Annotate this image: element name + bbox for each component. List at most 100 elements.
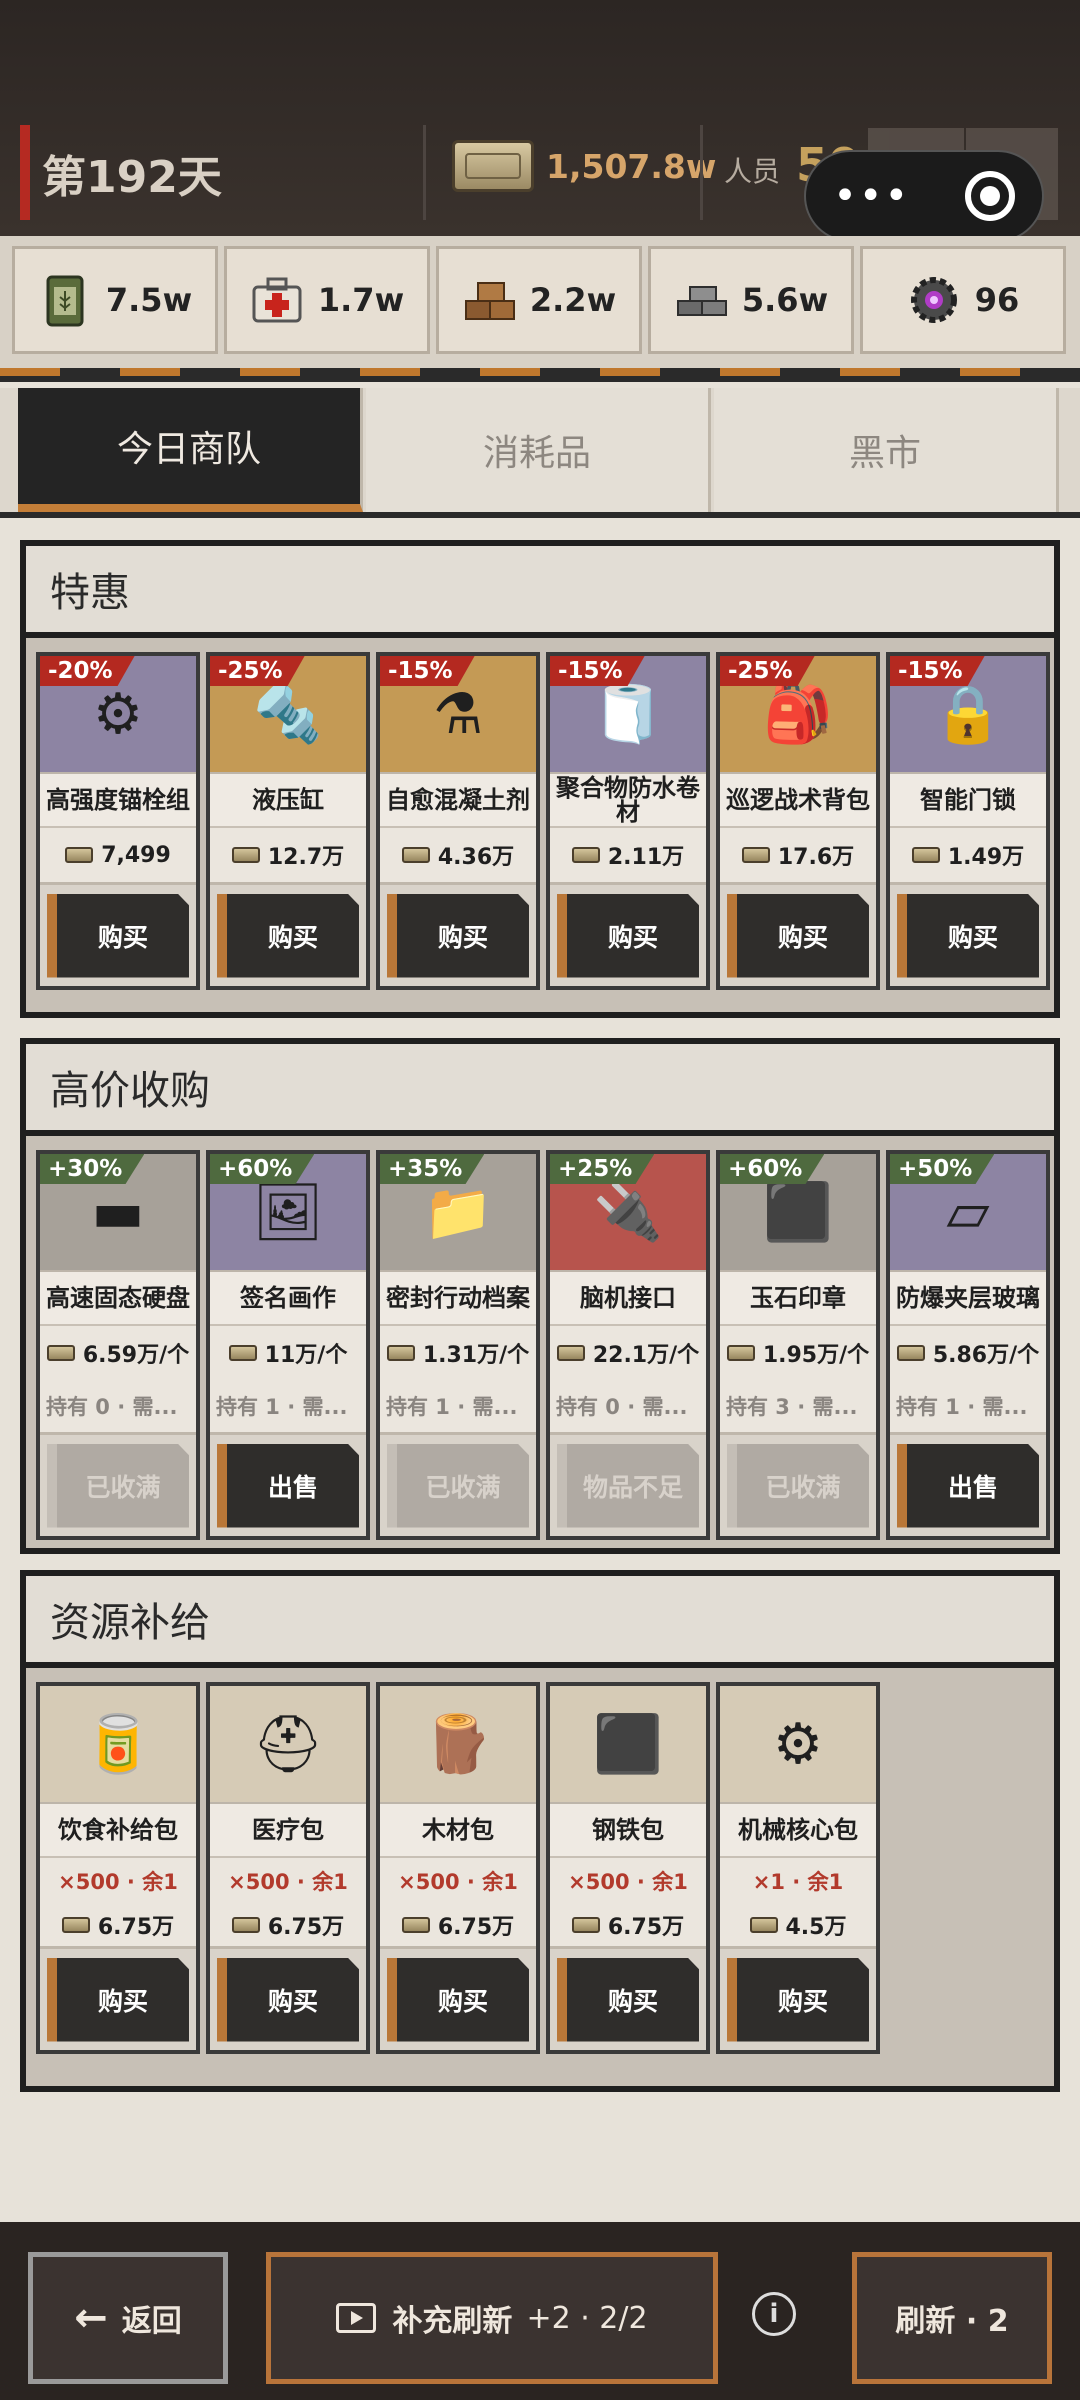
button-area: 购买 bbox=[550, 1946, 706, 2050]
buy-button[interactable]: 购买 bbox=[557, 893, 699, 978]
resource-steel: 5.6w bbox=[648, 246, 854, 354]
item-price: 17.6万 bbox=[720, 828, 876, 882]
item-card: 🔩 -25% 液压缸 12.7万 购买 bbox=[206, 652, 370, 990]
video-play-icon bbox=[336, 2303, 377, 2333]
button-area: 物品不足 bbox=[550, 1432, 706, 1536]
price-value: 7,499 bbox=[101, 842, 171, 868]
item-image: 🔌 +25% bbox=[550, 1154, 706, 1270]
buy-button[interactable]: 购买 bbox=[217, 1957, 359, 2042]
item-icon: 🔒 bbox=[933, 682, 1003, 747]
item-card: 📁 +35% 密封行动档案 1.31万/个 持有 1 · 需... 已收满 bbox=[376, 1150, 540, 1540]
divider bbox=[700, 125, 703, 220]
item-image: ⛑ bbox=[210, 1686, 366, 1802]
steel-icon bbox=[674, 273, 728, 327]
tab-today-caravan[interactable]: 今日商队 bbox=[18, 388, 363, 512]
item-image: ⚙ bbox=[720, 1686, 876, 1802]
disabled-button: 物品不足 bbox=[557, 1443, 699, 1528]
item-icon: ⚗ bbox=[432, 681, 484, 747]
price-value: 6.75万 bbox=[607, 1915, 685, 1940]
item-image: ⬛ +60% bbox=[720, 1154, 876, 1270]
medkit-icon bbox=[250, 273, 304, 327]
price-value: 6.59万/个 bbox=[82, 1343, 190, 1368]
item-name: 钢铁包 bbox=[550, 1802, 706, 1858]
button-area: 出售 bbox=[210, 1432, 366, 1536]
buy-button[interactable]: 购买 bbox=[47, 1957, 189, 2042]
more-menu-icon[interactable]: ••• bbox=[833, 173, 910, 219]
price-value: 11万/个 bbox=[264, 1343, 348, 1368]
price-value: 6.75万 bbox=[267, 1915, 345, 1940]
item-icon: ▬ bbox=[91, 1179, 145, 1245]
price-value: 4.36万 bbox=[437, 845, 515, 870]
item-name: 高强度锚栓组 bbox=[40, 772, 196, 828]
owned-count: 持有 0 · 需... bbox=[46, 1395, 178, 1419]
item-card: ⚙ -20% 高强度锚栓组 7,499 购买 bbox=[36, 652, 200, 990]
button-area: 已收满 bbox=[40, 1432, 196, 1536]
back-button[interactable]: ← 返回 bbox=[28, 2252, 228, 2384]
item-price: 12.7万 bbox=[210, 828, 366, 882]
cash-icon bbox=[61, 1917, 90, 1933]
refill-refresh-button[interactable]: 补充刷新 +2 · 2/2 bbox=[266, 2252, 718, 2384]
supply-panel: 资源补给 🥫 饮食补给包 ×500 · 余1 6.75万 购买 ⛑ 医疗包 ×500 · 余1… bbox=[20, 1570, 1060, 2092]
buy-button[interactable]: 购买 bbox=[727, 893, 869, 978]
button-area: 购买 bbox=[720, 1946, 876, 2050]
buy-button[interactable]: 购买 bbox=[387, 1957, 529, 2042]
disabled-button: 已收满 bbox=[387, 1443, 529, 1528]
item-icon: ⬛ bbox=[593, 1712, 663, 1777]
item-icon: 🔩 bbox=[253, 682, 323, 747]
buy-button[interactable]: 购买 bbox=[557, 1957, 699, 2042]
cash-icon bbox=[571, 1917, 600, 1933]
section-title: 资源补给 bbox=[26, 1576, 1054, 1668]
price-value: 1.49万 bbox=[947, 845, 1025, 870]
buy-button[interactable]: 购买 bbox=[47, 893, 189, 978]
resource-mech-core: 96 bbox=[860, 246, 1066, 354]
item-card: 🔌 +25% 脑机接口 22.1万/个 持有 0 · 需... 物品不足 bbox=[546, 1150, 710, 1540]
button-area: 购买 bbox=[210, 882, 366, 986]
cash-icon bbox=[65, 847, 94, 863]
tab-consumables[interactable]: 消耗品 bbox=[366, 388, 711, 512]
item-name: 饮食补给包 bbox=[40, 1802, 196, 1858]
item-icon: ⛑ bbox=[252, 1712, 324, 1777]
item-name: 机械核心包 bbox=[720, 1802, 876, 1858]
button-area: 购买 bbox=[380, 882, 536, 986]
cash-icon bbox=[401, 1917, 430, 1933]
item-name: 高速固态硬盘 bbox=[40, 1270, 196, 1326]
item-image: 🖼 +60% bbox=[210, 1154, 366, 1270]
item-name: 自愈混凝土剂 bbox=[380, 772, 536, 828]
owned-count: 持有 1 · 需... bbox=[896, 1395, 1028, 1419]
item-card: ▱ +50% 防爆夹层玻璃 5.86万/个 持有 1 · 需... 出售 bbox=[886, 1150, 1050, 1540]
price-value: 1.95万/个 bbox=[762, 1343, 870, 1368]
item-icon: ⚙ bbox=[92, 681, 144, 747]
close-target-icon[interactable] bbox=[964, 171, 1015, 221]
buy-button[interactable]: 购买 bbox=[387, 893, 529, 978]
item-name: 木材包 bbox=[380, 1802, 536, 1858]
item-quantity: ×500 · 余1 bbox=[58, 1870, 178, 1894]
buy-button[interactable]: 购买 bbox=[217, 893, 359, 978]
item-name: 签名画作 bbox=[210, 1270, 366, 1326]
refresh-button[interactable]: 刷新 · 2 bbox=[852, 2252, 1052, 2384]
buy-button[interactable]: 购买 bbox=[897, 893, 1039, 978]
item-quantity: ×500 · 余1 bbox=[228, 1870, 348, 1894]
cash-icon bbox=[911, 847, 940, 863]
item-name: 智能门锁 bbox=[890, 772, 1046, 828]
buy-button[interactable]: 购买 bbox=[727, 1957, 869, 2042]
cash-icon bbox=[896, 1345, 925, 1361]
item-image: 🔩 -25% bbox=[210, 656, 366, 772]
owned-count: 持有 1 · 需... bbox=[386, 1395, 518, 1419]
cash-icon bbox=[401, 847, 430, 863]
button-area: 购买 bbox=[720, 882, 876, 986]
item-price: 7,499 bbox=[40, 828, 196, 882]
button-area: 出售 bbox=[890, 1432, 1046, 1536]
back-arrow-icon: ← bbox=[74, 2295, 108, 2341]
item-price: 1.49万 bbox=[890, 828, 1046, 882]
button-area: 已收满 bbox=[380, 1432, 536, 1536]
info-icon[interactable]: i bbox=[752, 2292, 796, 2336]
button-area: 购买 bbox=[210, 1946, 366, 2050]
sell-button[interactable]: 出售 bbox=[217, 1443, 359, 1528]
section-title: 高价收购 bbox=[26, 1044, 1054, 1136]
tab-black-market[interactable]: 黑市 bbox=[714, 388, 1059, 512]
sell-button[interactable]: 出售 bbox=[897, 1443, 1039, 1528]
mini-program-capsule: ••• bbox=[804, 150, 1044, 242]
price-value: 6.75万 bbox=[97, 1915, 175, 1940]
item-price: 22.1万/个 bbox=[550, 1326, 706, 1380]
item-card: 🔒 -15% 智能门锁 1.49万 购买 bbox=[886, 652, 1050, 990]
